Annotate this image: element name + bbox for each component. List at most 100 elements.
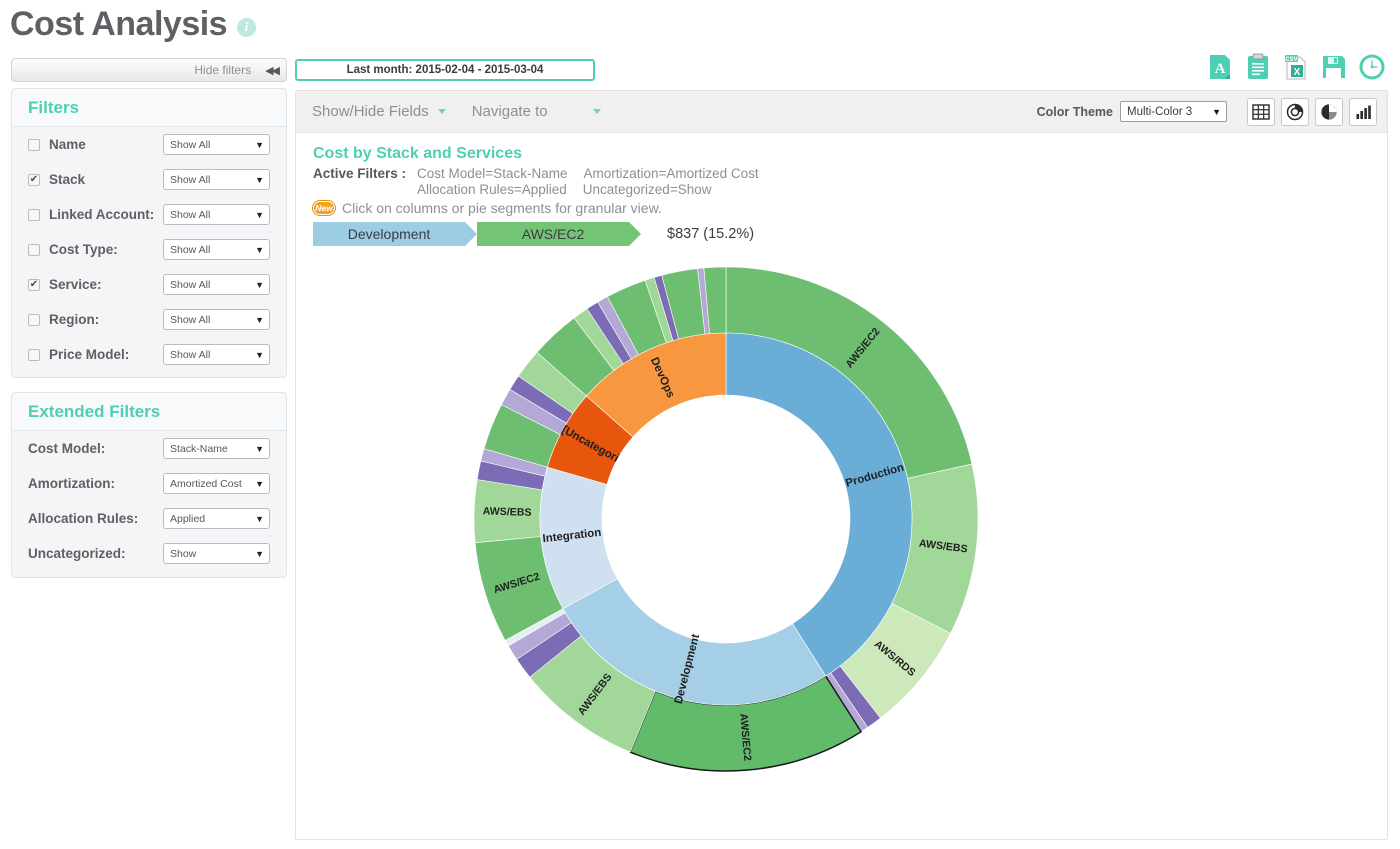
filter-select[interactable]: Show All ▼	[163, 134, 270, 155]
extended-filter-select[interactable]: Amortized Cost ▼	[163, 473, 270, 494]
filter-select-value: Show All	[170, 173, 211, 186]
filter-checkbox[interactable]	[28, 348, 40, 361]
active-filter-item: Cost Model=Stack-Name	[417, 166, 568, 181]
filter-checkbox[interactable]	[28, 278, 40, 291]
extended-filter-select[interactable]: Applied ▼	[163, 508, 270, 529]
date-range-button[interactable]: Last month: 2015-02-04 - 2015-03-04	[295, 59, 595, 81]
extended-filter-rows: Cost Model: Stack-Name ▼ Amortization: Amort…	[12, 431, 286, 571]
chevron-down-icon: ▼	[255, 478, 264, 489]
filter-row: Name Show All ▼	[12, 127, 286, 162]
show-hide-fields-label: Show/Hide Fields	[312, 103, 429, 120]
navigate-to-menu[interactable]: Navigate to	[472, 103, 601, 120]
active-filters-key: Active Filters :	[313, 166, 407, 181]
filter-checkbox[interactable]	[28, 313, 40, 326]
chevron-down-icon: ▼	[255, 244, 264, 255]
extended-filter-select-value: Amortized Cost	[170, 477, 242, 490]
extended-filter-select-value: Applied	[170, 512, 206, 525]
filter-select[interactable]: Show All ▼	[163, 309, 270, 330]
filter-select[interactable]: Show All ▼	[163, 274, 270, 295]
chevron-down-icon: ▼	[255, 349, 264, 360]
extended-filter-label: Uncategorized:	[28, 546, 126, 561]
filter-label: Cost Type:	[49, 242, 118, 257]
filter-select[interactable]: Show All ▼	[163, 204, 270, 225]
filter-select[interactable]: Show All ▼	[163, 239, 270, 260]
filter-rows: NameShow All▼StackShow All▼Linked Accoun…	[12, 127, 286, 372]
svg-text:A: A	[1215, 61, 1226, 77]
filter-select-value: Show All	[170, 208, 211, 221]
extended-filter-select[interactable]: Show ▼	[163, 543, 270, 564]
color-theme-value: Multi-Color 3	[1127, 105, 1193, 118]
filter-row: Cost Type: Show All ▼	[12, 232, 286, 267]
svg-text:X: X	[1294, 67, 1301, 78]
filters-heading: Filters	[12, 89, 286, 127]
sunburst-donut-chart[interactable]: ProductionDevelopmentIntegration[Uncateg…	[446, 239, 1006, 799]
chevron-down-icon: ▼	[255, 139, 264, 150]
chevron-down-icon: ▼	[255, 513, 264, 524]
filter-select[interactable]: Show All ▼	[163, 169, 270, 190]
extended-filter-select-value: Show	[170, 547, 197, 560]
chevron-down-icon: ▼	[255, 314, 264, 325]
new-badge: New	[313, 200, 335, 215]
color-theme-label: Color Theme	[1036, 104, 1113, 119]
bubble-chart-icon[interactable]	[1281, 97, 1309, 126]
show-hide-fields-menu[interactable]: Show/Hide Fields	[312, 103, 446, 120]
filter-select-value: Show All	[170, 243, 211, 256]
chevron-down-icon	[437, 109, 446, 114]
info-icon[interactable]: i	[237, 17, 257, 37]
chevron-down-icon: ▼	[255, 209, 264, 220]
active-filters: Active Filters : Cost Model=Stack-Name A…	[313, 166, 1387, 198]
chart-header: Cost by Stack and Services Active Filter…	[296, 133, 1387, 246]
extended-filter-row: Cost Model: Stack-Name ▼	[12, 431, 286, 466]
active-filters-line-2: Allocation Rules=Applied Uncategorized=S…	[417, 182, 759, 198]
filter-select-value: Show All	[170, 313, 211, 326]
filter-checkbox[interactable]	[28, 138, 40, 151]
pie-chart-icon[interactable]	[1315, 97, 1343, 126]
active-filters-line-1: Cost Model=Stack-Name Amortization=Amort…	[417, 166, 759, 182]
filter-checkbox[interactable]	[28, 208, 40, 221]
filter-label: Stack	[49, 172, 86, 187]
save-icon[interactable]	[1320, 53, 1348, 81]
granular-view-hint: New Click on columns or pie segments for…	[313, 200, 1387, 216]
pdf-export-icon[interactable]: A	[1206, 53, 1234, 81]
color-theme-select[interactable]: Multi-Color 3 ▼	[1120, 101, 1227, 122]
filters-panel: Filters NameShow All▼StackShow All▼Linke…	[11, 88, 287, 378]
cost-analysis-page: Cost Analysis i Hide filters ◀◀ Filters …	[0, 0, 1400, 849]
navigate-to-label: Navigate to	[471, 103, 548, 120]
filter-row: Linked Account: Show All ▼	[12, 197, 286, 232]
filter-row: Stack Show All ▼	[12, 162, 286, 197]
chevron-down-icon: ▼	[255, 174, 264, 185]
chart-toolbar: Show/Hide Fields Navigate to Color Theme…	[296, 91, 1387, 133]
filter-checkbox[interactable]	[28, 243, 40, 256]
extended-filter-label: Allocation Rules:	[28, 511, 139, 526]
active-filter-item: Amortization=Amortized Cost	[583, 166, 759, 181]
filter-select-value: Show All	[170, 138, 211, 151]
chevron-right-icon	[629, 221, 641, 246]
hint-text: Click on columns or pie segments for gra…	[342, 199, 662, 216]
filter-label: Linked Account:	[49, 207, 155, 222]
page-title-row: Cost Analysis i	[10, 0, 257, 48]
extended-filter-select[interactable]: Stack-Name ▼	[163, 438, 270, 459]
filter-row: Service: Show All ▼	[12, 267, 286, 302]
filter-label: Region:	[49, 312, 100, 327]
table-view-icon[interactable]	[1247, 97, 1275, 126]
chevron-down-icon: ▼	[1212, 106, 1221, 117]
bar-chart-icon[interactable]	[1349, 97, 1377, 126]
filter-select-value: Show All	[170, 278, 211, 291]
export-toolbar: A CSV X	[1206, 53, 1386, 81]
donut-chart-container: Production Development Integration [Uncateg…	[296, 239, 1387, 839]
extended-filter-label: Amortization:	[28, 476, 115, 491]
clipboard-report-icon[interactable]	[1244, 53, 1272, 81]
active-filters-values: Cost Model=Stack-Name Amortization=Amort…	[417, 166, 759, 198]
extended-filter-row: Uncategorized: Show ▼	[12, 536, 286, 571]
filter-checkbox[interactable]	[28, 173, 40, 186]
active-filter-item: Uncategorized=Show	[582, 181, 712, 197]
chevron-right-icon	[465, 221, 477, 246]
hide-filters-button[interactable]: Hide filters ◀◀	[11, 58, 287, 82]
active-filter-item: Allocation Rules=Applied	[417, 181, 567, 197]
chart-title: Cost by Stack and Services	[313, 145, 522, 162]
extended-filter-row: Allocation Rules: Applied ▼	[12, 501, 286, 536]
schedule-clock-icon[interactable]	[1358, 53, 1386, 81]
csv-export-icon[interactable]: CSV X	[1282, 53, 1310, 81]
chevron-down-icon: ▼	[255, 279, 264, 290]
filter-select[interactable]: Show All ▼	[163, 344, 270, 365]
